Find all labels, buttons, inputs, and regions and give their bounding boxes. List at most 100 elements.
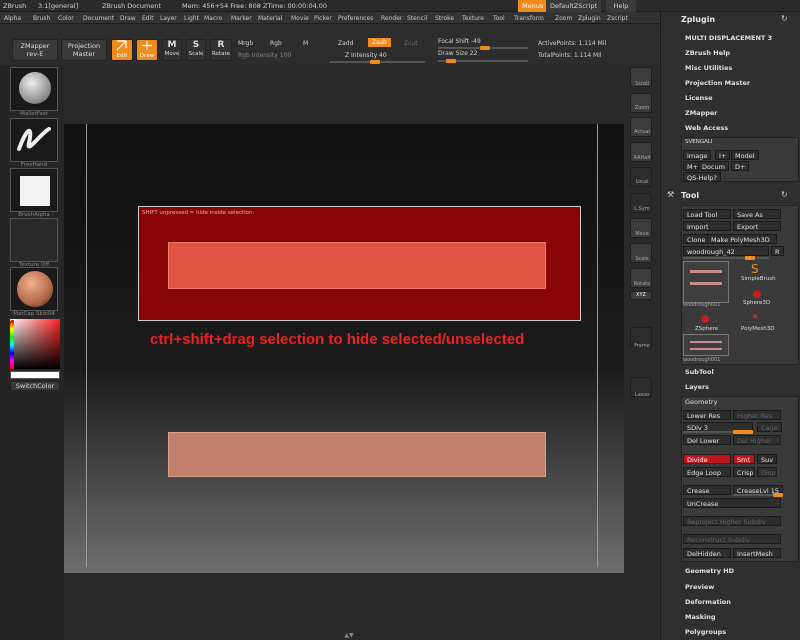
zplugin-web-access[interactable]: Web Access bbox=[685, 124, 728, 132]
menu-stencil[interactable]: Stencil bbox=[407, 15, 427, 22]
polymesh3d-icon[interactable]: ✶ bbox=[751, 312, 759, 323]
menu-render[interactable]: Render bbox=[381, 15, 402, 22]
zplugin-zmapper[interactable]: ZMapper bbox=[685, 109, 718, 117]
stroke-thumbnail[interactable] bbox=[10, 118, 58, 162]
alpha-thumbnail[interactable] bbox=[10, 168, 58, 212]
zplugin-license[interactable]: License bbox=[685, 94, 713, 102]
xyz-button[interactable]: XYZ bbox=[630, 291, 652, 300]
suv-button[interactable]: Suv bbox=[757, 454, 777, 464]
insertmesh-button[interactable]: InsertMesh bbox=[733, 548, 781, 558]
svengali-image-button[interactable]: Image bbox=[683, 150, 712, 160]
higher-res-button[interactable]: Higher Res bbox=[733, 410, 781, 420]
current-tool-track[interactable] bbox=[683, 256, 769, 260]
creaselvl-thumb[interactable] bbox=[773, 493, 783, 497]
defaultzscript-button[interactable]: DefaultZScript bbox=[546, 0, 602, 12]
menu-texture[interactable]: Texture bbox=[462, 15, 484, 22]
m-button[interactable]: M bbox=[303, 40, 308, 47]
menu-preferences[interactable]: Preferences bbox=[338, 15, 373, 22]
lower-res-button[interactable]: Lower Res bbox=[683, 410, 731, 420]
geometry-hd-section[interactable]: Geometry HD bbox=[685, 567, 734, 575]
delhidden-button[interactable]: DelHidden bbox=[683, 548, 731, 558]
sdiv-track[interactable] bbox=[683, 430, 753, 434]
crease-button[interactable]: Crease bbox=[683, 485, 731, 495]
menu-color[interactable]: Color bbox=[58, 15, 74, 22]
draw-size-thumb[interactable] bbox=[446, 59, 456, 63]
tool-thumb-woodrough-1[interactable] bbox=[683, 261, 729, 303]
masking-section[interactable]: Masking bbox=[685, 613, 716, 621]
tool-title[interactable]: Tool bbox=[681, 191, 699, 200]
del-higher-button[interactable]: Del Higher bbox=[733, 435, 781, 445]
svengali-docum-button[interactable]: Docum bbox=[698, 161, 730, 171]
menu-edit[interactable]: Edit bbox=[142, 15, 154, 22]
menus-button[interactable]: Menus bbox=[518, 0, 548, 12]
svengali-i-plus-button[interactable]: I+ bbox=[715, 150, 731, 160]
crisp-button[interactable]: Crisp bbox=[733, 467, 755, 477]
focal-shift-thumb[interactable] bbox=[480, 46, 490, 50]
divide-button[interactable]: Divide bbox=[683, 454, 731, 464]
zcut-button[interactable]: Zcut bbox=[404, 40, 418, 47]
zplugin-multi-displacement[interactable]: MULTI DISPLACEMENT 3 bbox=[685, 34, 772, 42]
scale-mode-button[interactable]: S Scale bbox=[186, 39, 206, 61]
tool-refresh-icon[interactable]: ↻ bbox=[781, 190, 788, 199]
svengali-qs-help-button[interactable]: QS-Help? bbox=[683, 172, 721, 182]
tool-thumb-woodrough-2[interactable] bbox=[683, 334, 729, 356]
texture-thumbnail[interactable] bbox=[10, 218, 58, 262]
z-intensity-thumb[interactable] bbox=[370, 60, 380, 64]
focal-shift-slider[interactable]: Focal Shift -49 bbox=[438, 38, 481, 45]
menu-picker[interactable]: Picker bbox=[314, 15, 332, 22]
save-as-button[interactable]: Save As bbox=[733, 209, 781, 219]
menu-material[interactable]: Material bbox=[258, 15, 282, 22]
creaselvl-track[interactable] bbox=[733, 493, 783, 497]
menu-movie[interactable]: Movie bbox=[291, 15, 309, 22]
zplugin-title[interactable]: Zplugin bbox=[681, 15, 715, 24]
polygroups-section[interactable]: Polygroups bbox=[685, 628, 726, 636]
preview-section[interactable]: Preview bbox=[685, 583, 714, 591]
color-picker[interactable] bbox=[10, 319, 60, 369]
menu-zplugin[interactable]: Zplugin bbox=[578, 15, 601, 22]
menu-brush[interactable]: Brush bbox=[33, 15, 50, 22]
material-thumbnail[interactable] bbox=[10, 267, 58, 311]
menu-marker[interactable]: Marker bbox=[231, 15, 252, 22]
menu-zoom[interactable]: Zoom bbox=[555, 15, 572, 22]
zadd-button[interactable]: Zadd bbox=[338, 40, 353, 47]
r-button[interactable]: R bbox=[771, 246, 784, 256]
menu-stroke[interactable]: Stroke bbox=[435, 15, 454, 22]
mrgb-button[interactable]: Mrgb bbox=[238, 40, 253, 47]
zplugin-refresh-icon[interactable]: ↻ bbox=[781, 14, 788, 23]
svengali-model-button[interactable]: Model bbox=[731, 150, 759, 160]
rgb-intensity-slider[interactable]: Rgb Intensity 100 bbox=[238, 52, 291, 59]
cage-button[interactable]: Cage bbox=[757, 422, 782, 432]
zplugin-projection-master[interactable]: Projection Master bbox=[685, 79, 750, 87]
subtool-section[interactable]: SubTool bbox=[685, 368, 714, 376]
selected-mesh-bar[interactable] bbox=[168, 242, 546, 289]
rotate-mode-button[interactable]: R Rotate bbox=[210, 39, 232, 61]
z-intensity-slider[interactable]: Z Intensity 40 bbox=[345, 52, 387, 59]
zsphere-icon[interactable] bbox=[701, 315, 709, 323]
focal-shift-track[interactable] bbox=[438, 46, 528, 50]
menu-zscript[interactable]: Zscript bbox=[607, 15, 628, 22]
draw-mode-button[interactable]: Draw bbox=[136, 39, 158, 61]
clone-button[interactable]: Clone bbox=[683, 234, 710, 244]
secondary-color-swatch[interactable] bbox=[10, 371, 60, 379]
sdiv-thumb[interactable] bbox=[733, 430, 753, 434]
menu-light[interactable]: Light bbox=[184, 15, 199, 22]
zplugin-misc-utilities[interactable]: Misc Utilities bbox=[685, 64, 732, 72]
del-lower-button[interactable]: Del Lower bbox=[683, 435, 731, 445]
smt-button[interactable]: Smt bbox=[733, 454, 755, 464]
menu-macro[interactable]: Macro bbox=[204, 15, 222, 22]
export-button[interactable]: Export bbox=[733, 221, 781, 231]
zmapper-button[interactable]: ZMapper rev-E bbox=[12, 39, 58, 61]
current-tool-thumb[interactable] bbox=[745, 256, 755, 260]
unselected-mesh-bar[interactable] bbox=[168, 432, 546, 477]
projection-master-button[interactable]: Projection Master bbox=[61, 39, 107, 61]
svengali-d-plus-button[interactable]: D+ bbox=[731, 161, 750, 171]
current-tool-slider[interactable]: woodrough_42 bbox=[683, 246, 769, 256]
import-button[interactable]: Import bbox=[683, 221, 731, 231]
sphere3d-icon[interactable] bbox=[753, 290, 761, 298]
help-button[interactable]: Help bbox=[606, 0, 636, 12]
move-mode-button[interactable]: M Move bbox=[162, 39, 182, 61]
uncrease-button[interactable]: UnCrease bbox=[683, 498, 781, 508]
rgb-button[interactable]: Rgb bbox=[270, 40, 282, 47]
menu-alpha[interactable]: Alpha bbox=[4, 15, 21, 22]
simplebrush-icon[interactable]: S bbox=[751, 262, 759, 276]
